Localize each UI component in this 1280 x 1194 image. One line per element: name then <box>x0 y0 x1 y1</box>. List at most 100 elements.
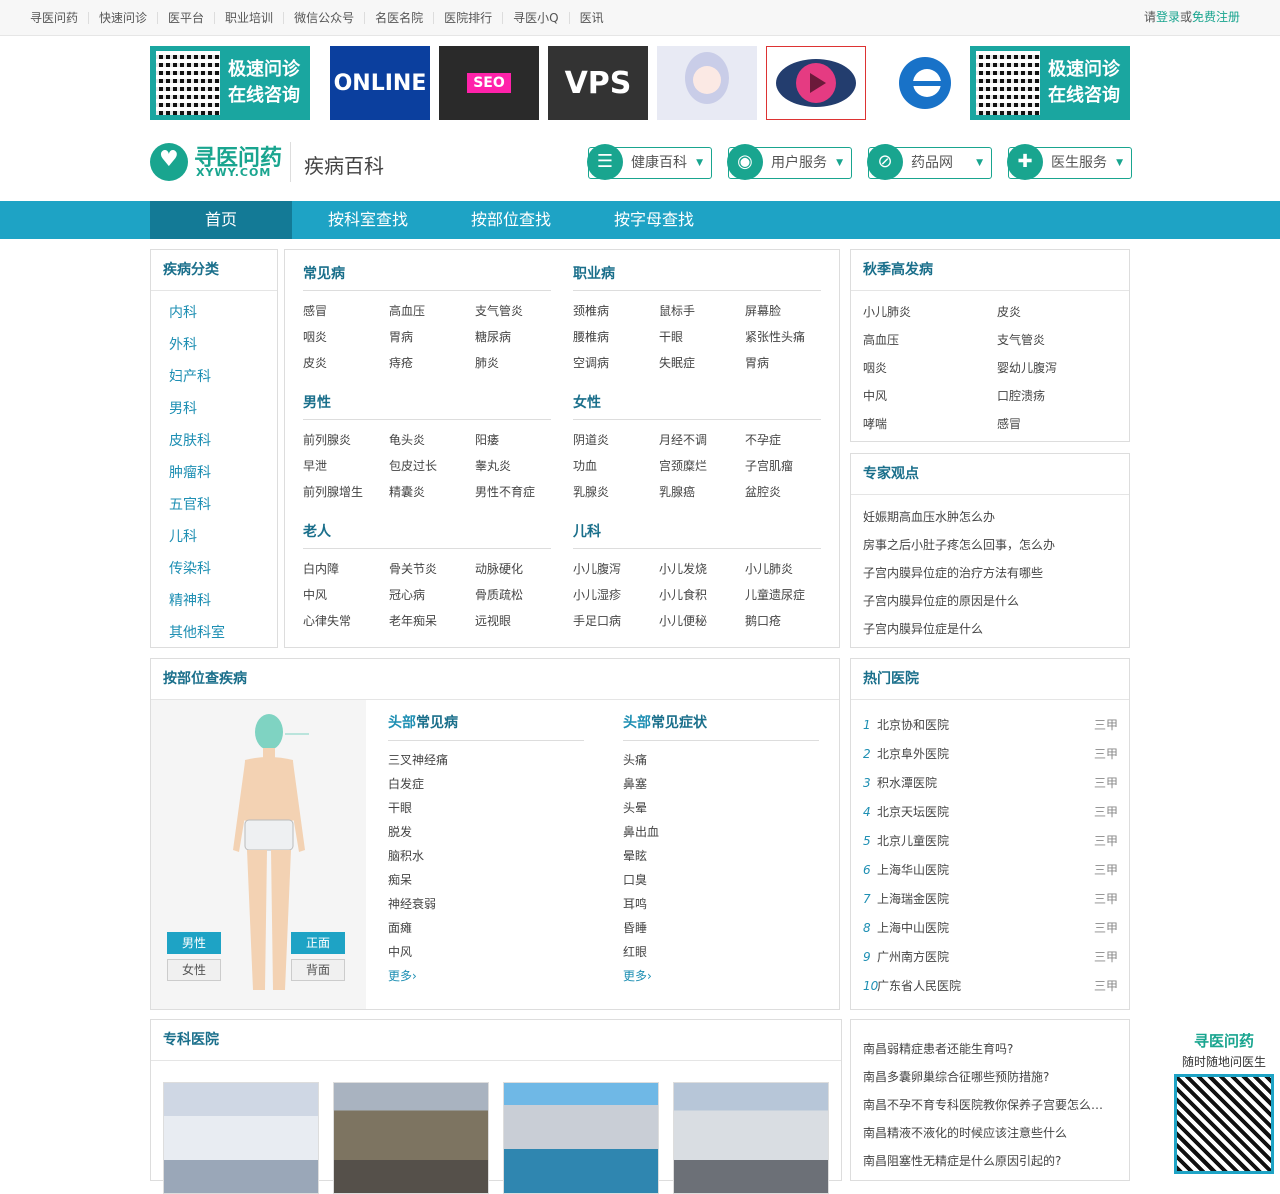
disease-link[interactable]: 远视眼 <box>475 612 511 629</box>
service-doctor[interactable]: ✚ 医生服务 ▼ <box>1007 144 1132 180</box>
register-link[interactable]: 免费注册 <box>1192 10 1240 24</box>
news-item[interactable]: 南昌阻塞性无精症是什么原因引起的? <box>863 1152 1113 1169</box>
disease-link[interactable]: 动脉硬化 <box>475 560 523 577</box>
seasonal-link[interactable]: 哮喘 <box>863 415 887 432</box>
disease-link[interactable]: 白内障 <box>303 560 339 577</box>
category-item[interactable]: 外科 <box>169 329 277 361</box>
bodypart-link[interactable]: 中风 <box>388 943 412 960</box>
hospital-row[interactable]: 2 北京阜外医院 三甲 <box>863 745 1118 762</box>
top-link[interactable]: 寻医小Q <box>503 11 570 24</box>
category-item[interactable]: 肿瘤科 <box>169 457 277 489</box>
disease-link[interactable]: 咽炎 <box>303 328 327 345</box>
news-item[interactable]: 南昌不孕不育专科医院教你保养子宫要怎么… <box>863 1096 1113 1113</box>
category-item[interactable]: 传染科 <box>169 553 277 585</box>
hospital-photo[interactable] <box>333 1082 489 1194</box>
ad-vps[interactable]: VPS <box>548 46 648 120</box>
hospital-name[interactable]: 北京协和医院 <box>877 718 949 732</box>
bodypart-link[interactable]: 痴呆 <box>388 871 412 888</box>
disease-link[interactable]: 不孕症 <box>745 431 781 448</box>
disease-link[interactable]: 儿童遗尿症 <box>745 586 805 603</box>
bodypart-link[interactable]: 耳鸣 <box>623 895 647 912</box>
disease-link[interactable]: 子宫肌瘤 <box>745 457 793 474</box>
top-link[interactable]: 医讯 <box>570 12 614 24</box>
hospital-row[interactable]: 5 北京儿童医院 三甲 <box>863 832 1118 849</box>
bodypart-link[interactable]: 三叉神经痛 <box>388 751 448 768</box>
disease-link[interactable]: 月经不调 <box>659 431 707 448</box>
seasonal-link[interactable]: 中风 <box>863 387 887 404</box>
ad-video-image[interactable] <box>766 46 866 120</box>
bodypart-link[interactable]: 白发症 <box>388 775 424 792</box>
disease-link[interactable]: 小儿腹泻 <box>573 560 621 577</box>
disease-link[interactable]: 紧张性头痛 <box>745 328 805 345</box>
bodypart-link[interactable]: 头痛 <box>623 751 647 768</box>
seasonal-link[interactable]: 皮炎 <box>997 303 1021 320</box>
bodypart-link[interactable]: 鼻塞 <box>623 775 647 792</box>
disease-link[interactable]: 包皮过长 <box>389 457 437 474</box>
disease-link[interactable]: 宫颈糜烂 <box>659 457 707 474</box>
disease-link[interactable]: 盆腔炎 <box>745 483 781 500</box>
hospital-name[interactable]: 广州南方医院 <box>877 950 949 964</box>
service-health-wiki[interactable]: ☰ 健康百科 ▼ <box>587 144 712 180</box>
disease-link[interactable]: 骨关节炎 <box>389 560 437 577</box>
disease-link[interactable]: 小儿肺炎 <box>745 560 793 577</box>
top-link[interactable]: 医院排行 <box>434 11 504 24</box>
disease-link[interactable]: 骨质疏松 <box>475 586 523 603</box>
male-toggle[interactable]: 男性 <box>167 932 221 954</box>
bodypart-link[interactable]: 面瘫 <box>388 919 412 936</box>
disease-link[interactable]: 早泄 <box>303 457 327 474</box>
more-link[interactable]: 更多› <box>388 967 417 984</box>
bodypart-link[interactable]: 鼻出血 <box>623 823 659 840</box>
category-item[interactable]: 皮肤科 <box>169 425 277 457</box>
bodypart-link[interactable]: 脑积水 <box>388 847 424 864</box>
expert-article[interactable]: 子宫内膜异位症的治疗方法有哪些 <box>863 564 1043 581</box>
back-toggle[interactable]: 背面 <box>291 959 345 981</box>
hospital-photo[interactable] <box>503 1082 659 1194</box>
hospital-row[interactable]: 7 上海瑞金医院 三甲 <box>863 890 1118 907</box>
category-item[interactable]: 内科 <box>169 297 277 329</box>
disease-link[interactable]: 糖尿病 <box>475 328 511 345</box>
login-link[interactable]: 登录 <box>1156 10 1180 24</box>
disease-link[interactable]: 干眼 <box>659 328 683 345</box>
expert-article[interactable]: 子宫内膜异位症的原因是什么 <box>863 592 1019 609</box>
seasonal-link[interactable]: 高血压 <box>863 331 899 348</box>
bodypart-link[interactable]: 神经衰弱 <box>388 895 436 912</box>
seasonal-link[interactable]: 感冒 <box>997 415 1021 432</box>
disease-link[interactable]: 腰椎病 <box>573 328 609 345</box>
front-toggle[interactable]: 正面 <box>291 932 345 954</box>
hospital-row[interactable]: 6 上海华山医院 三甲 <box>863 861 1118 878</box>
hospital-photo[interactable] <box>163 1082 319 1194</box>
bodypart-link[interactable]: 红眼 <box>623 943 647 960</box>
disease-link[interactable]: 小儿食积 <box>659 586 707 603</box>
bodypart-link[interactable]: 口臭 <box>623 871 647 888</box>
disease-link[interactable]: 乳腺癌 <box>659 483 695 500</box>
seasonal-link[interactable]: 支气管炎 <box>997 331 1045 348</box>
floating-qr[interactable]: 寻医问药 随时随地问医生 <box>1174 1030 1274 1174</box>
top-link[interactable]: 快速问诊 <box>89 11 159 24</box>
disease-link[interactable]: 屏幕脸 <box>745 302 781 319</box>
hospital-name[interactable]: 北京阜外医院 <box>877 747 949 761</box>
seasonal-link[interactable]: 口腔溃疡 <box>997 387 1045 404</box>
category-item[interactable]: 五官科 <box>169 489 277 521</box>
disease-link[interactable]: 痔疮 <box>389 354 413 371</box>
nav-home[interactable]: 首页 <box>150 201 292 239</box>
hospital-name[interactable]: 积水潭医院 <box>877 776 937 790</box>
disease-link[interactable]: 胃病 <box>389 328 413 345</box>
disease-link[interactable]: 小儿发烧 <box>659 560 707 577</box>
hospital-name[interactable]: 上海中山医院 <box>877 921 949 935</box>
disease-link[interactable]: 手足口病 <box>573 612 621 629</box>
logo-icon[interactable] <box>150 143 188 181</box>
disease-link[interactable]: 老年痴呆 <box>389 612 437 629</box>
disease-link[interactable]: 鼠标手 <box>659 302 695 319</box>
disease-link[interactable]: 颈椎病 <box>573 302 609 319</box>
hospital-row[interactable]: 10广东省人民医院 三甲 <box>863 977 1118 994</box>
disease-link[interactable]: 空调病 <box>573 354 609 371</box>
ad-qr-consult-left[interactable]: 极速问诊 在线咨询 <box>150 46 310 120</box>
disease-link[interactable]: 阳痿 <box>475 431 499 448</box>
service-drug[interactable]: ⊘ 药品网 ▼ <box>867 144 992 180</box>
disease-link[interactable]: 心律失常 <box>303 612 351 629</box>
ad-seo[interactable]: SEO <box>439 46 539 120</box>
human-body-figure[interactable] <box>229 710 309 1000</box>
seasonal-link[interactable]: 婴幼儿腹泻 <box>997 359 1057 376</box>
seasonal-link[interactable]: 咽炎 <box>863 359 887 376</box>
disease-link[interactable]: 男性不育症 <box>475 483 535 500</box>
